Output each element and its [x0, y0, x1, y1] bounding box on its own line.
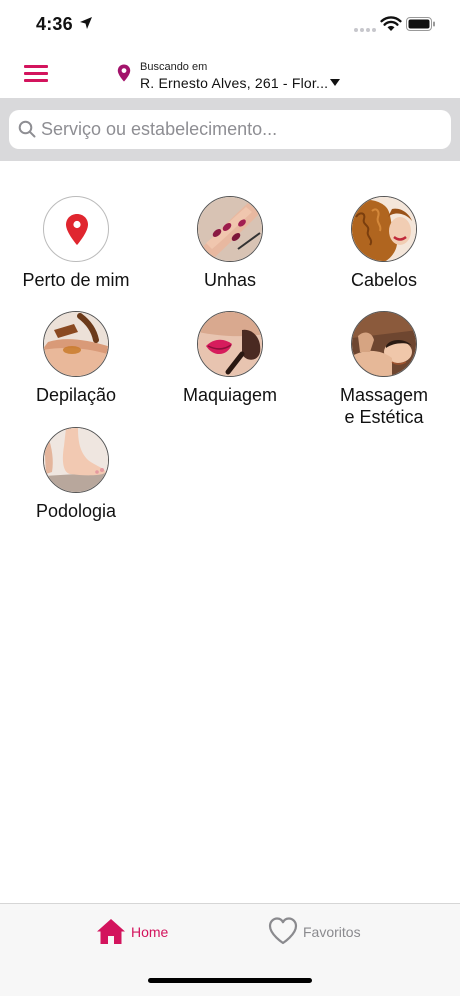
waxing-image: [43, 311, 109, 377]
location-pin-icon: [117, 64, 131, 82]
cellular-signal-icon: [354, 26, 376, 32]
chevron-down-icon[interactable]: [330, 79, 340, 86]
category-label: Podologia: [35, 501, 117, 521]
hair-image: [351, 196, 417, 262]
status-time: 4:36: [36, 14, 73, 34]
category-label: Unhas: [203, 270, 257, 290]
wifi-icon: [380, 16, 402, 31]
location-prefix: Buscando em: [140, 61, 208, 73]
home-indicator: [148, 978, 312, 983]
status-bar: 4:36: [0, 0, 460, 50]
home-icon: [97, 919, 125, 944]
location-pin-icon: [43, 196, 109, 262]
search-band: [0, 98, 460, 161]
tab-favoritos-label: Favoritos: [303, 924, 361, 940]
category-label: Cabelos: [350, 270, 418, 290]
podiatry-image: [43, 427, 109, 493]
location-address[interactable]: R. Ernesto Alves, 261 - Flor...: [140, 75, 328, 91]
battery-icon: [406, 17, 435, 31]
tab-home[interactable]: Home: [96, 916, 186, 948]
tab-favoritos[interactable]: Favoritos: [268, 916, 378, 948]
category-label: Perto de mim: [22, 270, 130, 290]
location-arrow-icon: [80, 17, 92, 29]
massage-image: [351, 311, 417, 377]
category-label: Massagem e Estética: [339, 385, 429, 427]
tab-home-label: Home: [131, 924, 169, 940]
app-header: Buscando em R. Ernesto Alves, 261 - Flor…: [0, 50, 460, 98]
hamburger-menu-icon[interactable]: [22, 62, 50, 86]
makeup-image: [197, 311, 263, 377]
heart-icon: [268, 917, 298, 945]
search-input[interactable]: [41, 110, 441, 149]
category-label: Maquiagem: [182, 385, 278, 405]
search-box[interactable]: [9, 110, 451, 149]
category-label: Depilação: [35, 385, 117, 405]
nails-image: [197, 196, 263, 262]
search-icon: [18, 120, 36, 138]
